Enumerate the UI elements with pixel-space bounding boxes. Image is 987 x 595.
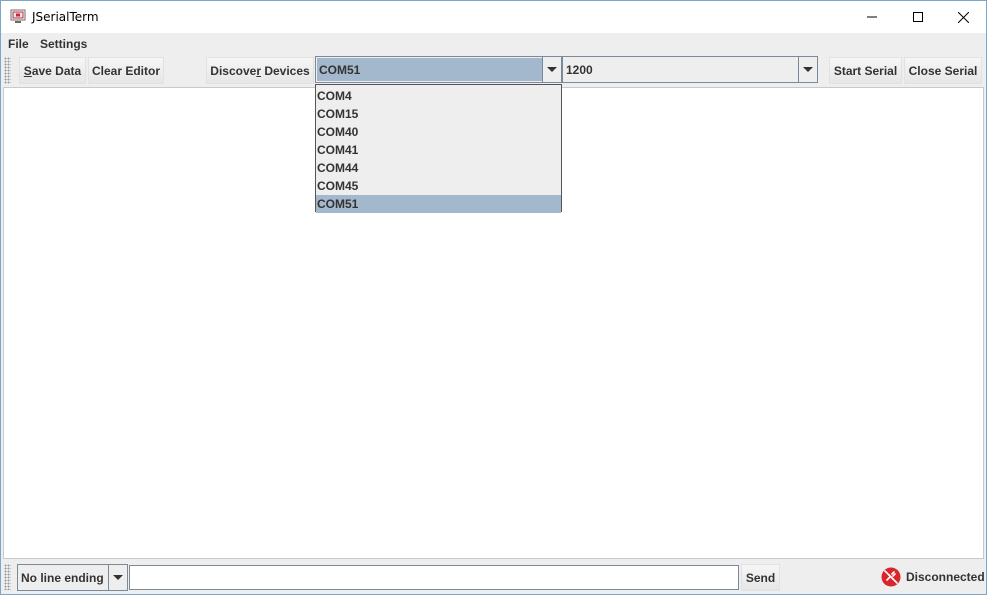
close-icon: [957, 11, 969, 23]
maximize-button[interactable]: [895, 1, 941, 33]
port-select[interactable]: COM51: [315, 56, 562, 83]
minimize-icon: [867, 16, 877, 18]
app-icon: [10, 9, 26, 23]
connection-status: Disconnected: [881, 567, 985, 587]
menu-bar: File Settings: [1, 33, 986, 54]
bottom-grip[interactable]: [4, 564, 11, 590]
send-button[interactable]: Send: [741, 564, 780, 591]
port-option-com44[interactable]: COM44: [316, 159, 561, 177]
title-bar: JSerialTerm: [1, 1, 986, 33]
discover-devices-label: Discover Devices: [210, 63, 310, 78]
port-option-com15[interactable]: COM15: [316, 105, 561, 123]
discover-devices-button[interactable]: Discover Devices: [206, 57, 314, 84]
line-ending-arrow[interactable]: [108, 565, 127, 590]
menu-settings[interactable]: Settings: [40, 37, 87, 51]
port-option-com45[interactable]: COM45: [316, 177, 561, 195]
status-text: Disconnected: [906, 570, 985, 584]
chevron-down-icon: [547, 67, 557, 72]
port-option-com41[interactable]: COM41: [316, 141, 561, 159]
clear-editor-button[interactable]: Clear Editor: [88, 57, 164, 84]
line-ending-value: No line ending: [21, 570, 104, 585]
minimize-button[interactable]: [849, 1, 895, 33]
port-select-value: COM51: [319, 62, 361, 77]
close-button[interactable]: [940, 1, 986, 33]
disconnected-icon: [881, 567, 901, 587]
line-ending-select[interactable]: No line ending: [17, 564, 128, 591]
save-data-button[interactable]: Save Data: [19, 57, 86, 84]
message-input[interactable]: [129, 565, 739, 590]
baud-select[interactable]: 1200: [562, 56, 818, 83]
port-option-com4[interactable]: COM4: [316, 87, 561, 105]
menu-file[interactable]: File: [8, 37, 29, 51]
port-option-com40[interactable]: COM40: [316, 123, 561, 141]
app-window: JSerialTerm File Settings Save Data Clea…: [0, 0, 987, 595]
chevron-down-icon: [803, 67, 813, 72]
port-option-com51[interactable]: COM51: [316, 195, 561, 213]
toolbar-grip[interactable]: [4, 57, 11, 84]
toolbar: Save Data Clear Editor Discover Devices …: [1, 54, 986, 87]
start-serial-button[interactable]: Start Serial: [829, 57, 902, 84]
maximize-icon: [913, 12, 923, 22]
bottom-bar: No line ending Send Disconnected: [1, 560, 986, 594]
port-dropdown-list: COM4 COM15 COM40 COM41 COM44 COM45 COM51: [315, 84, 562, 213]
baud-select-arrow[interactable]: [798, 57, 817, 82]
port-select-arrow[interactable]: [542, 57, 561, 82]
baud-select-value: 1200: [566, 62, 593, 77]
close-serial-button[interactable]: Close Serial: [904, 57, 982, 84]
save-data-label: Save Data: [23, 63, 82, 78]
window-title: JSerialTerm: [32, 10, 99, 24]
chevron-down-icon: [113, 575, 123, 580]
